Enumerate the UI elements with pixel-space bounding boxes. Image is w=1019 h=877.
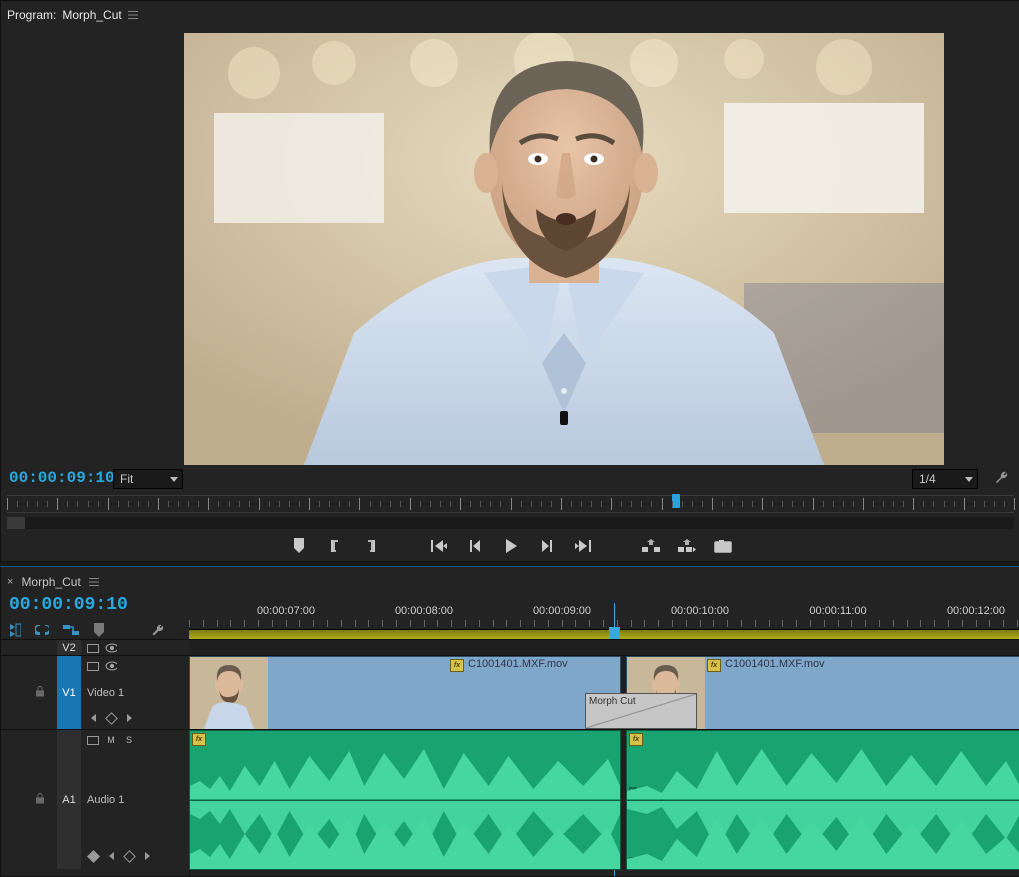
toggle-output-icon[interactable] bbox=[105, 642, 117, 654]
step-forward-button[interactable] bbox=[538, 537, 556, 555]
nest-toggle-icon[interactable] bbox=[7, 623, 21, 637]
fx-badge-icon[interactable]: fx bbox=[450, 659, 464, 672]
mark-out-button[interactable] bbox=[362, 537, 380, 555]
close-tab-icon[interactable]: × bbox=[7, 576, 13, 588]
track-name-a1: Audio 1 bbox=[87, 794, 124, 806]
add-keyframe-icon[interactable] bbox=[123, 850, 135, 862]
program-scrollbar[interactable] bbox=[7, 517, 1014, 529]
track-header-v2[interactable]: V2 bbox=[1, 639, 189, 655]
panel-menu-icon[interactable] bbox=[128, 10, 138, 20]
lane-a1[interactable]: fx L R fx L R bbox=[189, 729, 1019, 870]
playback-resolution-label: 1/4 bbox=[919, 472, 936, 486]
transport-controls bbox=[1, 533, 1019, 559]
toggle-output-icon[interactable] bbox=[105, 660, 117, 672]
timeline-tab[interactable]: × Morph_Cut bbox=[7, 573, 99, 591]
keyframe-type-icon[interactable] bbox=[87, 850, 99, 862]
clip-thumbnail bbox=[190, 657, 268, 729]
next-keyframe-icon[interactable] bbox=[123, 712, 135, 724]
add-keyframe-icon[interactable] bbox=[105, 712, 117, 724]
ruler-label: 00:00:07:00 bbox=[257, 605, 315, 617]
linked-selection-icon[interactable] bbox=[63, 623, 79, 637]
prev-keyframe-icon[interactable] bbox=[87, 712, 99, 724]
ruler-label: 00:00:08:00 bbox=[395, 605, 453, 617]
mute-button[interactable]: M bbox=[105, 734, 117, 746]
playhead-handle[interactable] bbox=[609, 627, 620, 639]
ruler-label: 00:00:09:00 bbox=[533, 605, 591, 617]
sync-lock-icon[interactable] bbox=[87, 734, 99, 746]
zoom-level-select[interactable]: Fit bbox=[113, 469, 183, 489]
transition-morph-cut[interactable]: Morph Cut bbox=[585, 693, 697, 729]
track-tag-v1[interactable]: V1 bbox=[57, 656, 81, 729]
timeline-panel: × Morph_Cut 00:00:09:10 00:00:07:00 00:0… bbox=[0, 566, 1019, 877]
settings-icon[interactable] bbox=[994, 469, 1010, 485]
program-preview[interactable] bbox=[184, 33, 944, 465]
lane-v1[interactable]: fx C1001401.MXF.mov fx C1001401.MXF.mov … bbox=[189, 655, 1019, 730]
timeline-lanes[interactable]: fx C1001401.MXF.mov fx C1001401.MXF.mov … bbox=[189, 639, 1019, 876]
program-monitor-tab[interactable]: Program: Morph_Cut bbox=[7, 5, 138, 25]
panel-menu-icon[interactable] bbox=[89, 577, 99, 587]
go-to-in-button[interactable] bbox=[430, 537, 448, 555]
ruler-label: 00:00:11:00 bbox=[809, 605, 866, 617]
zoom-level-label: Fit bbox=[120, 472, 133, 486]
timeline-tools bbox=[7, 623, 105, 637]
track-header-v1[interactable]: V1 Video 1 bbox=[1, 655, 189, 729]
lock-icon[interactable] bbox=[35, 792, 45, 807]
lane-v2[interactable] bbox=[189, 639, 1019, 656]
play-button[interactable] bbox=[502, 537, 520, 555]
ruler-label: 00:00:10:00 bbox=[671, 605, 729, 617]
sync-lock-icon[interactable] bbox=[87, 642, 99, 654]
lift-button[interactable] bbox=[642, 537, 660, 555]
program-playhead[interactable] bbox=[672, 494, 680, 508]
program-tab-name: Morph_Cut bbox=[62, 8, 121, 22]
step-back-button[interactable] bbox=[466, 537, 484, 555]
audio-clip[interactable]: fx L R bbox=[626, 730, 1019, 870]
snap-toggle-icon[interactable] bbox=[35, 623, 49, 637]
program-timecode[interactable]: 00:00:09:10 bbox=[9, 469, 115, 487]
go-to-out-button[interactable] bbox=[574, 537, 592, 555]
track-tag-v2[interactable]: V2 bbox=[57, 640, 81, 655]
track-header-a1[interactable]: A1 Audio 1 M S bbox=[1, 729, 189, 869]
next-keyframe-icon[interactable] bbox=[141, 850, 153, 862]
timeline-timecode[interactable]: 00:00:09:10 bbox=[9, 595, 128, 615]
audio-clip[interactable]: fx L R bbox=[189, 730, 621, 870]
track-name-v1: Video 1 bbox=[87, 687, 124, 699]
clip-name: C1001401.MXF.mov bbox=[468, 658, 568, 670]
markers-toggle-icon[interactable] bbox=[93, 623, 105, 637]
ruler-label: 00:00:12:00 bbox=[947, 605, 1005, 617]
sync-lock-icon[interactable] bbox=[87, 660, 99, 672]
chevron-down-icon bbox=[170, 477, 178, 482]
waveform bbox=[190, 731, 620, 869]
program-monitor-panel: Program: Morph_Cut bbox=[0, 0, 1019, 562]
program-time-ruler[interactable] bbox=[7, 495, 1014, 513]
mark-in-button[interactable] bbox=[326, 537, 344, 555]
sequence-name: Morph_Cut bbox=[21, 575, 80, 589]
scrollbar-thumb[interactable] bbox=[7, 517, 25, 529]
timeline-settings-icon[interactable] bbox=[151, 623, 165, 637]
waveform bbox=[627, 731, 1019, 869]
clip-name: C1001401.MXF.mov bbox=[725, 658, 825, 670]
playback-resolution-select[interactable]: 1/4 bbox=[912, 469, 978, 489]
extract-button[interactable] bbox=[678, 537, 696, 555]
chevron-down-icon bbox=[965, 477, 973, 482]
solo-button[interactable]: S bbox=[123, 734, 135, 746]
prev-keyframe-icon[interactable] bbox=[105, 850, 117, 862]
track-header-column: V2 V1 Video 1 A1 Audio 1 bbox=[1, 639, 190, 876]
video-clip[interactable]: fx C1001401.MXF.mov bbox=[189, 656, 621, 730]
program-tab-prefix: Program: bbox=[7, 8, 56, 22]
transition-label: Morph Cut bbox=[589, 696, 636, 707]
lock-icon[interactable] bbox=[35, 685, 45, 700]
fx-badge-icon[interactable]: fx bbox=[707, 659, 721, 672]
track-tag-a1[interactable]: A1 bbox=[57, 730, 81, 869]
add-marker-button[interactable] bbox=[290, 537, 308, 555]
timeline-ruler[interactable]: 00:00:07:00 00:00:08:00 00:00:09:00 00:0… bbox=[189, 605, 1019, 627]
export-frame-button[interactable] bbox=[714, 537, 732, 555]
